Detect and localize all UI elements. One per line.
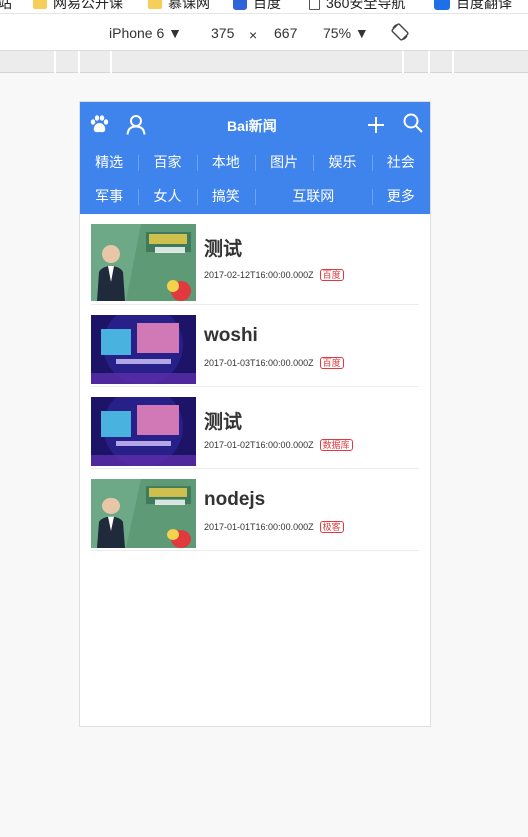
- search-icon[interactable]: [403, 113, 423, 133]
- nav-tab[interactable]: 互联网: [254, 179, 372, 213]
- news-date: 2017-01-03T16:00:00.000Z: [204, 358, 314, 368]
- height-input[interactable]: 667: [274, 25, 297, 41]
- news-item[interactable]: nodejs 2017-01-01T16:00:00.000Z 极客: [91, 469, 419, 551]
- news-date: 2017-01-01T16:00:00.000Z: [204, 522, 314, 532]
- news-date: 2017-02-12T16:00:00.000Z: [204, 270, 314, 280]
- news-thumbnail: [91, 224, 196, 301]
- baidu-paw-icon: [233, 0, 247, 10]
- app-header: Bai新闻 精选 百家 本地 图片 娱乐 社会 军事 女人 搞笑 互联网 更多: [80, 102, 430, 214]
- nav-tab[interactable]: 女人: [138, 179, 196, 213]
- bookmark-label: 百度: [253, 0, 281, 11]
- user-icon[interactable]: [126, 114, 146, 135]
- bookmark-item[interactable]: 百度: [233, 0, 281, 12]
- bookmark-item[interactable]: 网易公开课: [33, 0, 123, 12]
- phone-viewport: Bai新闻 精选 百家 本地 图片 娱乐 社会 军事 女人 搞笑 互联网 更多: [79, 101, 431, 727]
- rotate-icon[interactable]: [391, 23, 409, 41]
- news-meta: 2017-01-01T16:00:00.000Z 极客: [204, 521, 344, 533]
- channel-nav-row-1: 精选 百家 本地 图片 娱乐 社会: [80, 145, 430, 179]
- bookmark-label: 站: [0, 0, 12, 13]
- news-tag: 百度: [319, 269, 344, 281]
- nav-tab[interactable]: 更多: [371, 179, 430, 213]
- bookmark-label: 360安全导航: [326, 0, 406, 11]
- media-query-ruler: [0, 51, 528, 73]
- bookmark-label: 百度翻译: [456, 0, 512, 11]
- news-tag: 百度: [319, 357, 344, 369]
- nav-tab[interactable]: 百家: [138, 145, 196, 179]
- folder-icon: [148, 0, 162, 9]
- bookmark-item[interactable]: 360安全导航: [309, 0, 405, 12]
- baidu-news-logo: Bai新闻: [227, 118, 277, 134]
- nav-tab[interactable]: 社会: [371, 145, 430, 179]
- nav-tab[interactable]: 精选: [80, 145, 138, 179]
- nav-tab[interactable]: 搞笑: [196, 179, 255, 213]
- news-title[interactable]: nodejs: [204, 489, 265, 511]
- nav-tab[interactable]: 本地: [196, 145, 255, 179]
- bookmark-item[interactable]: 百度翻译: [434, 0, 512, 12]
- device-toolbar: iPhone 6 ▼ 375 × 667 75% ▼: [0, 14, 528, 51]
- add-icon[interactable]: [367, 116, 385, 134]
- news-item[interactable]: 测试 2017-01-02T16:00:00.000Z 数据库: [91, 387, 419, 469]
- zoom-select[interactable]: 75% ▼: [323, 25, 369, 41]
- news-title[interactable]: 测试: [204, 234, 242, 261]
- news-title[interactable]: 测试: [204, 407, 242, 434]
- news-meta: 2017-01-02T16:00:00.000Z 数据库: [204, 439, 353, 451]
- dimension-separator: ×: [249, 27, 258, 43]
- news-item[interactable]: woshi 2017-01-03T16:00:00.000Z 百度: [91, 305, 419, 387]
- news-title[interactable]: woshi: [204, 325, 258, 347]
- news-tag: 数据库: [319, 439, 353, 451]
- nav-tab[interactable]: 娱乐: [313, 145, 371, 179]
- translate-icon: [434, 0, 450, 10]
- bookmark-label: 慕课网: [168, 0, 210, 11]
- news-meta: 2017-01-03T16:00:00.000Z 百度: [204, 357, 344, 369]
- news-meta: 2017-02-12T16:00:00.000Z 百度: [204, 269, 344, 281]
- folder-icon: [33, 0, 47, 9]
- baidu-paw-icon[interactable]: [89, 114, 109, 134]
- news-date: 2017-01-02T16:00:00.000Z: [204, 440, 314, 450]
- news-thumbnail: [91, 479, 196, 548]
- width-input[interactable]: 375: [211, 25, 234, 41]
- news-item[interactable]: 测试 2017-02-12T16:00:00.000Z 百度: [91, 214, 419, 305]
- nav-tab[interactable]: 图片: [254, 145, 313, 179]
- news-tag: 极客: [319, 521, 344, 533]
- channel-nav-row-2: 军事 女人 搞笑 互联网 更多: [80, 179, 430, 213]
- news-list: 测试 2017-02-12T16:00:00.000Z 百度 woshi 201…: [91, 214, 419, 551]
- bookmark-label: 网易公开课: [53, 0, 123, 11]
- nav-tab[interactable]: 军事: [80, 179, 138, 213]
- bookmarks-bar: 站 网易公开课 慕课网 百度 360安全导航 百度翻译: [0, 0, 528, 14]
- bookmark-item[interactable]: 慕课网: [148, 0, 210, 12]
- news-thumbnail: [91, 397, 196, 466]
- bookmark-item[interactable]: 站: [0, 0, 12, 12]
- news-thumbnail: [91, 315, 196, 384]
- page-icon: [309, 0, 320, 10]
- device-select[interactable]: iPhone 6 ▼: [109, 25, 182, 41]
